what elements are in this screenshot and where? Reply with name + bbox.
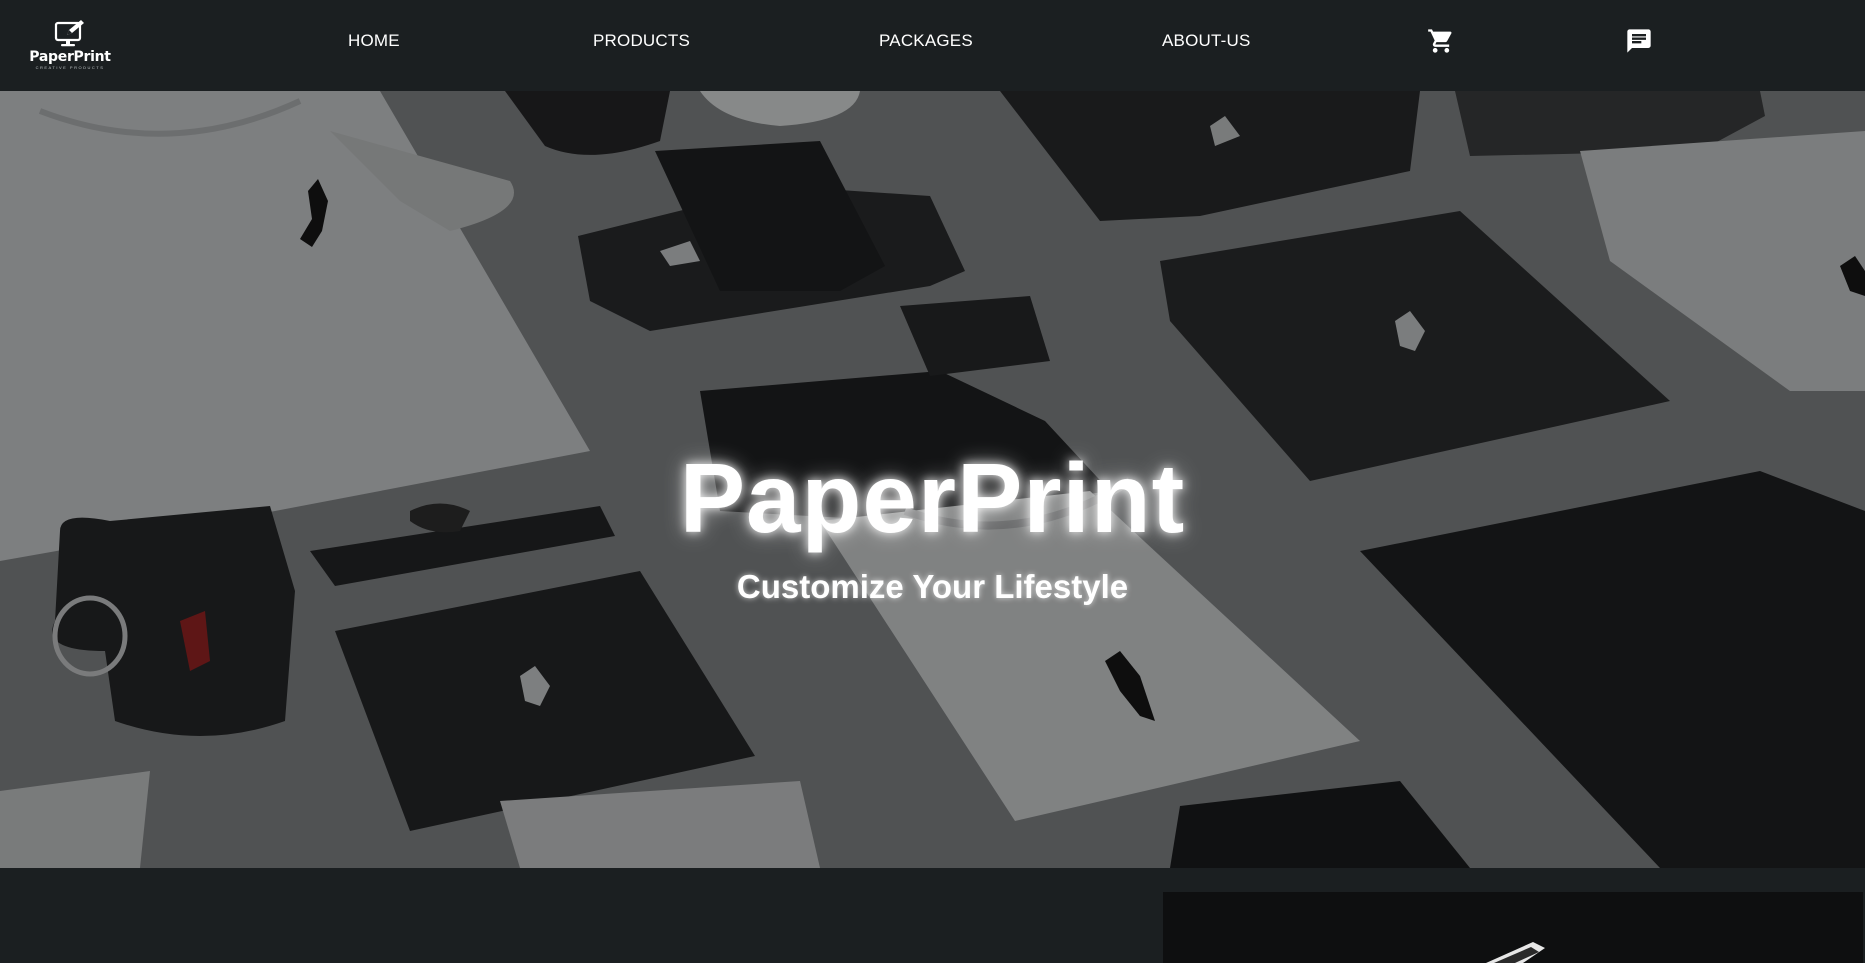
nav-products[interactable]: PRODUCTS: [593, 31, 690, 51]
nav-home[interactable]: HOME: [348, 31, 400, 51]
brand-logo[interactable]: PaperPrint CREATIVE PRODUCTS: [28, 18, 112, 74]
hero-subtitle: Customize Your Lifestyle: [736, 568, 1129, 605]
chat-icon[interactable]: [1625, 27, 1653, 55]
cart-icon[interactable]: [1427, 27, 1455, 55]
featured-image-graphic: [1163, 892, 1863, 963]
nav-packages[interactable]: PACKAGES: [879, 31, 973, 51]
featured-image: [1163, 892, 1863, 963]
navbar: PaperPrint CREATIVE PRODUCTS HOME PRODUC…: [0, 0, 1865, 91]
logo-tagline: CREATIVE PRODUCTS: [35, 65, 105, 70]
hero-banner: PaperPrint Customize Your Lifestyle: [0, 91, 1865, 868]
logo-text: PaperPrint: [29, 49, 111, 65]
nav-about-us[interactable]: ABOUT-US: [1162, 31, 1251, 51]
monitor-edit-icon: [54, 20, 84, 47]
hero-title: PaperPrint: [679, 443, 1186, 553]
